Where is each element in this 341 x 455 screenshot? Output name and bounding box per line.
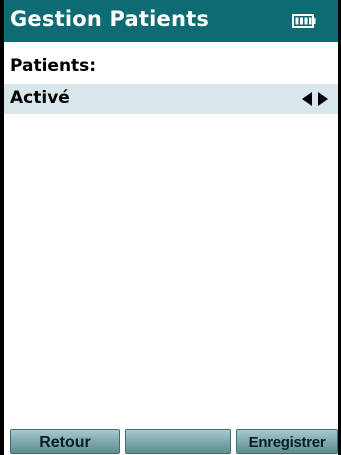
patients-selector[interactable]: Activé bbox=[4, 84, 338, 114]
left-right-arrows-icon[interactable] bbox=[302, 92, 328, 106]
patients-value: Activé bbox=[10, 88, 70, 108]
page-title: Gestion Patients bbox=[10, 7, 210, 31]
device-screen: Gestion Patients Patients: Activé Retour… bbox=[4, 0, 338, 455]
title-bar: Gestion Patients bbox=[4, 0, 338, 42]
softkey-bar: Retour Enregistrer bbox=[4, 428, 338, 455]
patients-label: Patients: bbox=[10, 56, 97, 76]
middle-softkey[interactable] bbox=[125, 429, 231, 454]
save-button[interactable]: Enregistrer bbox=[236, 429, 338, 454]
back-button[interactable]: Retour bbox=[10, 429, 120, 454]
battery-icon bbox=[292, 14, 316, 28]
